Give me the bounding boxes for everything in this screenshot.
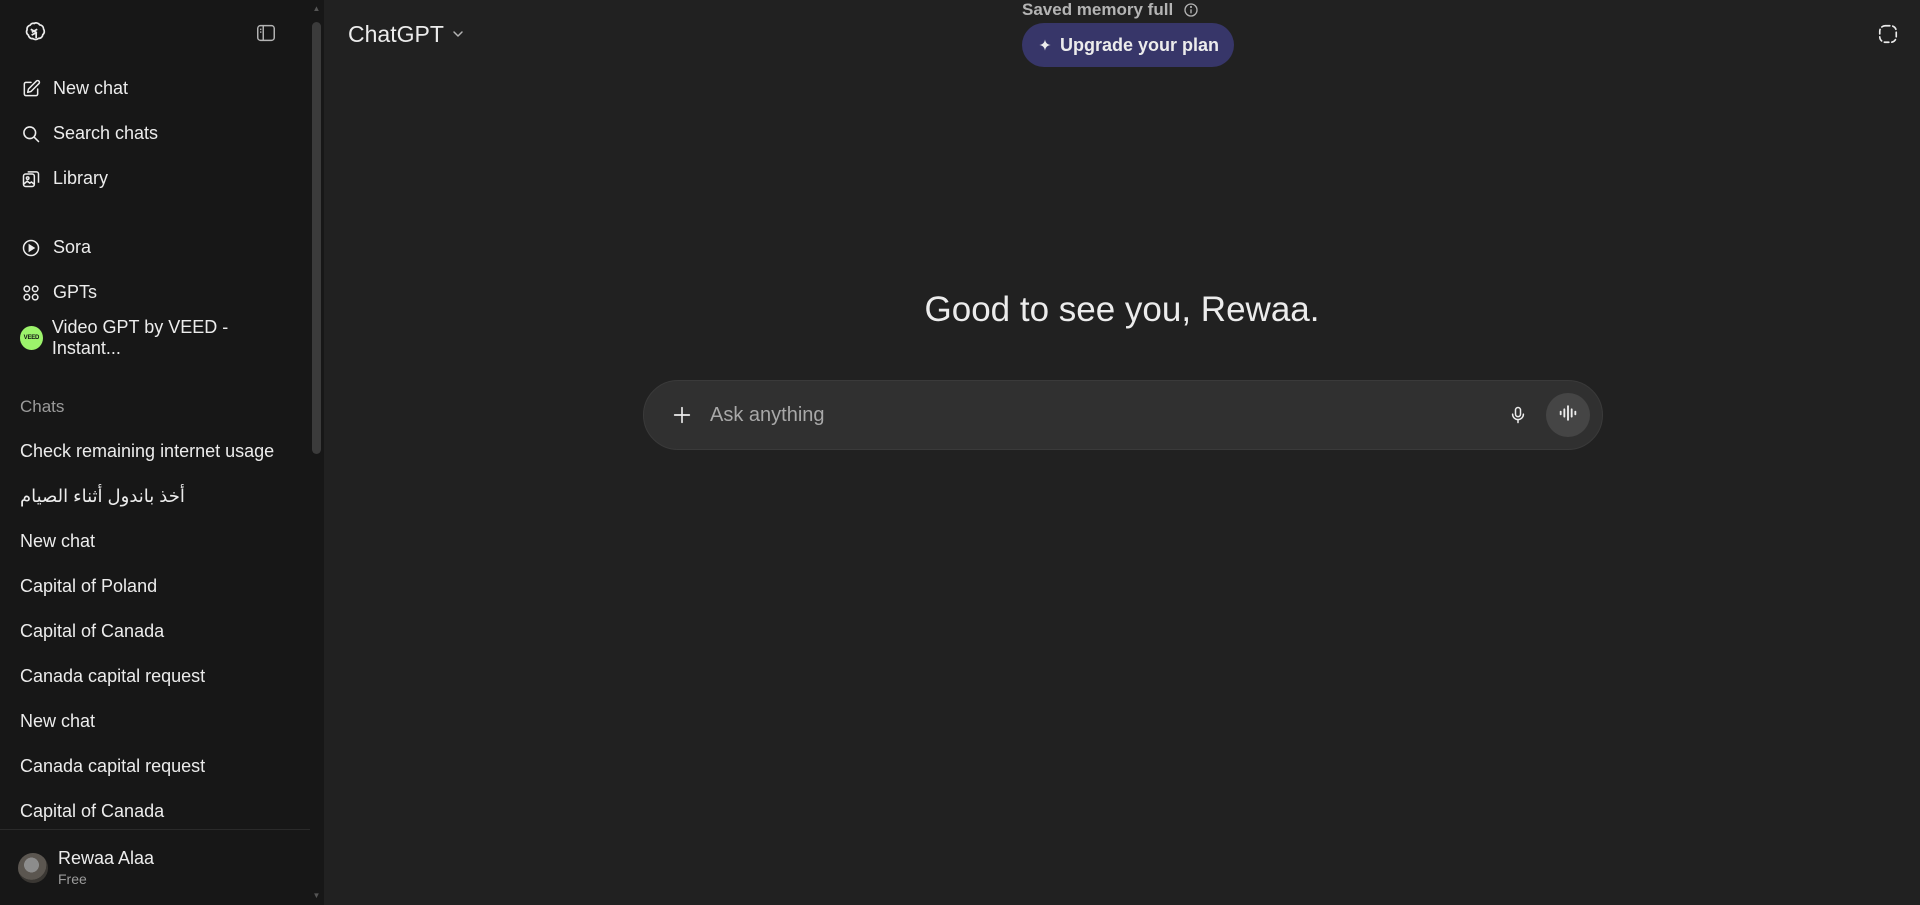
chat-item[interactable]: أخذ باندول أثناء الصيام (0, 474, 310, 519)
scroll-down-arrow-icon[interactable]: ▼ (312, 891, 321, 901)
chats-section-title: Chats (20, 396, 65, 416)
user-plan: Free (58, 871, 87, 887)
chat-item[interactable]: Capital of Poland (0, 564, 310, 609)
search-icon (20, 123, 42, 145)
new-chat-label: New chat (53, 78, 129, 98)
composer (643, 380, 1603, 450)
upgrade-plan-button[interactable]: Upgrade your plan (1022, 23, 1235, 67)
gpts-button[interactable]: GPTs (0, 270, 310, 315)
user-profile-button[interactable]: Rewaa Alaa Free (0, 829, 310, 905)
chevron-down-icon (444, 21, 466, 48)
video-gpt-label: Video GPT by VEED - Instant... (51, 316, 229, 358)
waveform-icon (1557, 402, 1579, 429)
voice-mode-button[interactable] (1546, 393, 1590, 437)
library-button[interactable]: Library (0, 156, 310, 201)
new-chat-button[interactable]: New chat (0, 66, 310, 111)
greeting-heading: Good to see you, Rewaa. (924, 290, 1320, 329)
chat-item[interactable]: Capital of Canada (0, 789, 310, 834)
memory-notice: Saved memory full (1022, 0, 1199, 20)
search-chats-button[interactable]: Search chats (0, 111, 310, 156)
video-gpt-button[interactable]: VEED Video GPT by VEED - Instant... (0, 315, 310, 360)
edit-icon (20, 78, 42, 100)
play-icon (20, 237, 42, 259)
gpts-label: GPTs (53, 282, 98, 302)
memory-notice-text: Saved memory full (1022, 0, 1174, 19)
temporary-chat-icon[interactable] (1874, 20, 1902, 48)
ask-input[interactable] (710, 403, 1500, 427)
sidebar: New chat Search chats Library Sora GPTs … (0, 0, 324, 905)
sora-label: Sora (53, 237, 92, 257)
chat-item[interactable]: Canada capital request (0, 744, 310, 789)
sparkle-icon (1037, 37, 1053, 53)
scroll-up-arrow-icon[interactable]: ▲ (312, 4, 321, 14)
library-label: Library (53, 168, 109, 188)
sidebar-scrollbar[interactable]: ▲ ▼ (310, 0, 324, 905)
main-area: ChatGPT Saved memory full Upgrade your p… (324, 0, 1920, 905)
openai-logo-icon[interactable] (18, 17, 50, 49)
chat-item[interactable]: New chat (0, 699, 310, 744)
app-window: New chat Search chats Library Sora GPTs … (0, 0, 1920, 905)
upgrade-plan-label: Upgrade your plan (1060, 34, 1220, 55)
library-icon (20, 168, 42, 190)
veed-icon: VEED (20, 325, 43, 350)
sora-button[interactable]: Sora (0, 225, 310, 270)
microphone-icon[interactable] (1500, 397, 1536, 433)
chat-item[interactable]: Capital of Canada (0, 609, 310, 654)
sidebar-content: New chat Search chats Library Sora GPTs … (0, 0, 310, 905)
plus-icon[interactable] (664, 397, 700, 433)
model-name: ChatGPT (348, 20, 444, 47)
toggle-sidebar-icon[interactable] (250, 17, 282, 49)
chat-item[interactable]: Check remaining internet usage (0, 429, 310, 474)
model-selector[interactable]: ChatGPT (348, 18, 466, 50)
sidebar-header (0, 0, 310, 66)
info-icon[interactable] (1183, 2, 1199, 18)
user-name: Rewaa Alaa (58, 848, 155, 868)
avatar (18, 852, 48, 883)
chat-item[interactable]: Canada capital request (0, 654, 310, 699)
scrollbar-thumb[interactable] (312, 22, 321, 454)
search-chats-label: Search chats (53, 123, 159, 143)
grid-icon (20, 282, 42, 304)
chat-item[interactable]: New chat (0, 519, 310, 564)
